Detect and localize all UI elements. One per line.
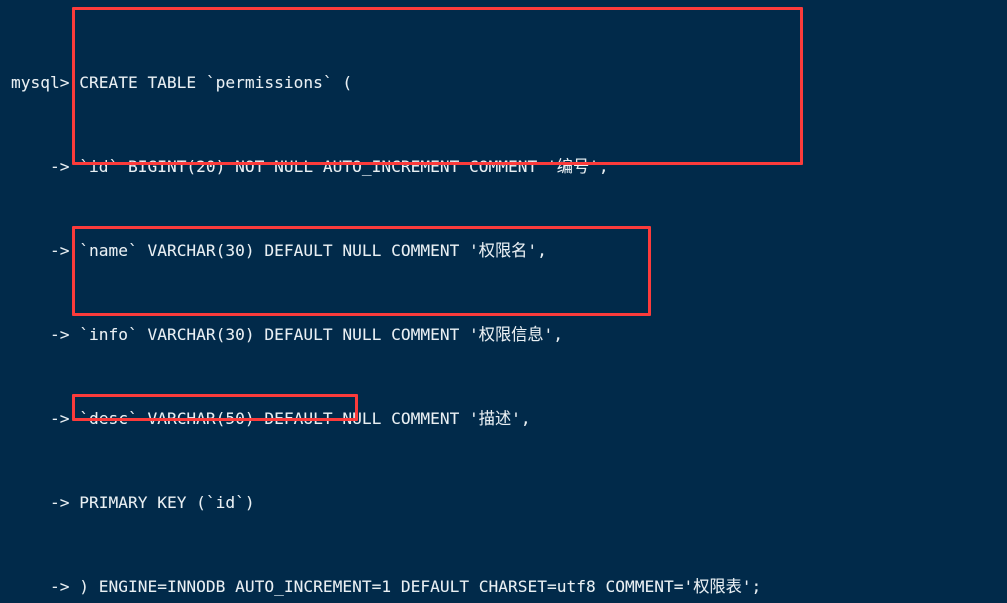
create-engine-opts: ) ENGINE=INNODB AUTO_INCREMENT=1 DEFAULT… bbox=[79, 577, 762, 596]
terminal-line-primary-key: -> PRIMARY KEY (`id`) bbox=[11, 492, 761, 513]
continuation-prompt: -> bbox=[11, 493, 80, 512]
terminal-line-col-name: -> `name` VARCHAR(30) DEFAULT NULL COMME… bbox=[11, 240, 761, 261]
continuation-prompt: -> bbox=[11, 241, 80, 260]
continuation-prompt: -> bbox=[11, 577, 80, 596]
create-col-id: `id` BIGINT(20) NOT NULL AUTO_INCREMENT … bbox=[79, 157, 609, 176]
create-col-name: `name` VARCHAR(30) DEFAULT NULL COMMENT … bbox=[79, 241, 547, 260]
continuation-prompt: -> bbox=[11, 409, 80, 428]
mysql-terminal-window[interactable]: mysql> CREATE TABLE `permissions` ( -> `… bbox=[0, 0, 1007, 603]
continuation-prompt: -> bbox=[11, 325, 80, 344]
terminal-line-col-id: -> `id` BIGINT(20) NOT NULL AUTO_INCREME… bbox=[11, 156, 761, 177]
terminal-line-col-desc: -> `desc` VARCHAR(50) DEFAULT NULL COMME… bbox=[11, 408, 761, 429]
create-col-desc: `desc` VARCHAR(50) DEFAULT NULL COMMENT … bbox=[79, 409, 531, 428]
terminal-output: mysql> CREATE TABLE `permissions` ( -> `… bbox=[11, 9, 761, 603]
terminal-line-create-open: mysql> CREATE TABLE `permissions` ( bbox=[11, 72, 761, 93]
continuation-prompt: -> bbox=[11, 157, 80, 176]
terminal-line-col-info: -> `info` VARCHAR(30) DEFAULT NULL COMME… bbox=[11, 324, 761, 345]
terminal-line-engine: -> ) ENGINE=INNODB AUTO_INCREMENT=1 DEFA… bbox=[11, 576, 761, 597]
create-primary-key: PRIMARY KEY (`id`) bbox=[79, 493, 255, 512]
create-col-info: `info` VARCHAR(30) DEFAULT NULL COMMENT … bbox=[79, 325, 564, 344]
prompt-create: mysql> CREATE TABLE `permissions` ( bbox=[11, 73, 353, 92]
